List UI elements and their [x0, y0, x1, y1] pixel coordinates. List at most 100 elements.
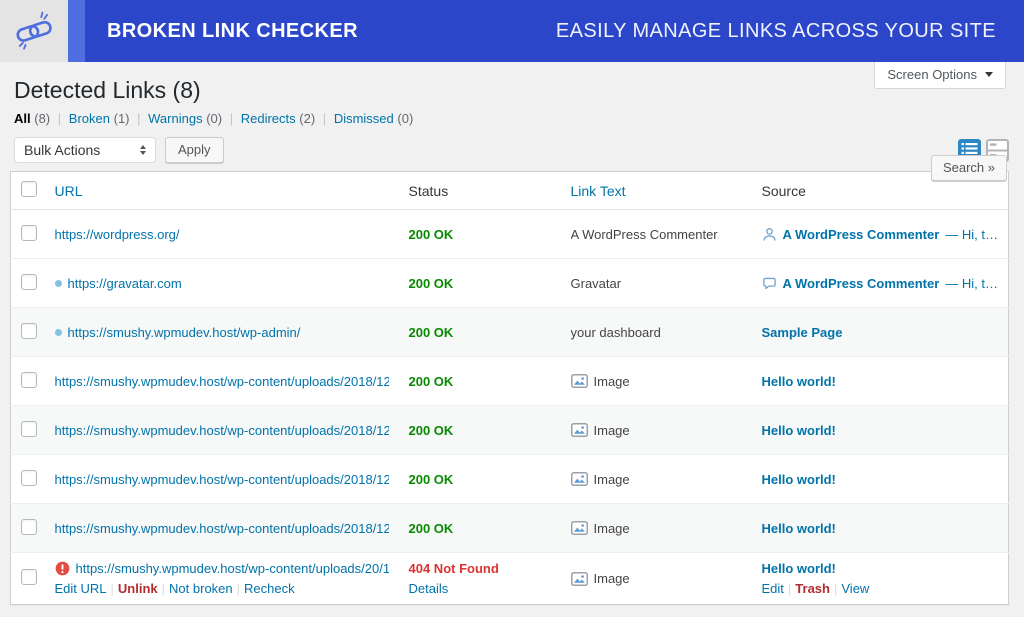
row-checkbox[interactable] [21, 372, 37, 388]
column-header-link-text[interactable]: Link Text [571, 183, 626, 199]
column-header-source: Source [762, 183, 806, 199]
url-cell: https://smushy.wpmudev.host/wp-content/u… [55, 374, 389, 389]
table-row: https://smushy.wpmudev.host/wp-content/u… [11, 357, 1009, 406]
filter-separator [319, 111, 330, 126]
table-row: https://smushy.wpmudev.host/wp-admin/200… [11, 308, 1009, 357]
table-row: https://smushy.wpmudev.host/wp-content/u… [11, 455, 1009, 504]
row-checkbox[interactable] [21, 470, 37, 486]
url-link[interactable]: https://smushy.wpmudev.host/wp-content/u… [55, 374, 389, 389]
bulk-actions-selected-value: Bulk Actions [24, 142, 100, 158]
plugin-tagline: EASILY MANAGE LINKS ACROSS YOUR SITE [556, 20, 996, 43]
source-cell: Hello world! [762, 423, 999, 438]
plugin-title: BROKEN LINK CHECKER [107, 20, 358, 43]
filter-redirects[interactable]: Redirects [241, 111, 296, 126]
details-link[interactable]: Details [409, 581, 449, 596]
source-cell: A WordPress Commenter — Hi, this is a co… [762, 227, 999, 242]
action-unlink[interactable]: Unlink [118, 581, 158, 596]
url-cell: https://gravatar.com [55, 276, 389, 291]
comment-icon [762, 276, 777, 291]
apply-button[interactable]: Apply [165, 137, 224, 163]
source-cell: Hello world! [762, 472, 999, 487]
action-separator [233, 581, 244, 596]
link-text-cell: Image [571, 472, 742, 487]
filter-dismissed[interactable]: Dismissed [334, 111, 394, 126]
column-header-url[interactable]: URL [55, 183, 83, 199]
filter-all[interactable]: All [14, 111, 31, 126]
source-link[interactable]: Hello world! [762, 561, 836, 576]
url-link[interactable]: https://smushy.wpmudev.host/wp-admin/ [68, 325, 301, 340]
select-arrows-icon [140, 145, 146, 155]
filter-separator [54, 111, 65, 126]
source-link[interactable]: A WordPress Commenter [783, 227, 940, 242]
url-cell: https://wordpress.org/ [55, 227, 389, 242]
link-text-label: Image [594, 521, 630, 536]
status-badge: 200 OK [409, 374, 454, 389]
source-excerpt[interactable]: — Hi, this is a co… [945, 227, 998, 242]
filter-all-count: (8) [34, 111, 50, 126]
row-checkbox[interactable] [21, 519, 37, 535]
link-text-cell: your dashboard [571, 325, 742, 340]
filter-warnings[interactable]: Warnings [148, 111, 202, 126]
source-link[interactable]: A WordPress Commenter [783, 276, 940, 291]
source-link[interactable]: Hello world! [762, 374, 836, 389]
link-text-cell: A WordPress Commenter [571, 227, 742, 242]
table-row: https://smushy.wpmudev.host/wp-content/u… [11, 504, 1009, 553]
link-text-label: Image [594, 423, 630, 438]
user-icon [762, 227, 777, 242]
action-separator [107, 581, 118, 596]
url-link[interactable]: https://smushy.wpmudev.host/wp-content/u… [55, 423, 389, 438]
status-badge: 200 OK [409, 227, 454, 242]
search-button[interactable]: Search » [931, 155, 1007, 181]
filter-redirects-count: (2) [299, 111, 315, 126]
plugin-header: BROKEN LINK CHECKER EASILY MANAGE LINKS … [0, 0, 1024, 62]
status-filter-links: All (8) Broken (1) Warnings (0) Redirect… [14, 111, 1009, 126]
source-link[interactable]: Sample Page [762, 325, 843, 340]
header-accent-strip [68, 0, 85, 62]
url-cell: https://smushy.wpmudev.host/wp-content/u… [55, 561, 389, 576]
source-cell: Sample Page [762, 325, 999, 340]
table-row: https://smushy.wpmudev.host/wp-content/u… [11, 553, 1009, 605]
image-icon [571, 521, 588, 535]
filter-warnings-count: (0) [206, 111, 222, 126]
table-header-row: URL Status Link Text Source [11, 172, 1009, 210]
image-icon [571, 374, 588, 388]
action-trash[interactable]: Trash [795, 581, 830, 596]
row-checkbox[interactable] [21, 323, 37, 339]
select-all-checkbox[interactable] [21, 181, 37, 197]
table-body: https://wordpress.org/200 OK A WordPress … [11, 210, 1009, 605]
row-checkbox[interactable] [21, 274, 37, 290]
link-text-cell: Image [571, 521, 742, 536]
redirect-dot [55, 280, 62, 287]
source-link[interactable]: Hello world! [762, 423, 836, 438]
url-link[interactable]: https://smushy.wpmudev.host/wp-content/u… [55, 472, 389, 487]
bulk-actions-select[interactable]: Bulk Actions [14, 137, 156, 163]
action-view[interactable]: View [841, 581, 869, 596]
source-link[interactable]: Hello world! [762, 472, 836, 487]
filter-dismissed-count: (0) [397, 111, 413, 126]
action-recheck[interactable]: Recheck [244, 581, 295, 596]
row-checkbox[interactable] [21, 225, 37, 241]
action-edit-url[interactable]: Edit URL [55, 581, 107, 596]
url-link[interactable]: https://smushy.wpmudev.host/wp-content/u… [76, 561, 389, 576]
action-separator [158, 581, 169, 596]
filter-broken[interactable]: Broken [69, 111, 110, 126]
image-icon [571, 572, 588, 586]
redirect-dot [55, 329, 62, 336]
row-checkbox[interactable] [21, 421, 37, 437]
filter-separator [133, 111, 144, 126]
page-title: Detected Links (8) [14, 76, 1009, 104]
broken-chain-link-icon [11, 8, 57, 54]
url-link[interactable]: https://wordpress.org/ [55, 227, 180, 242]
source-cell: Hello world! [762, 561, 999, 576]
source-link[interactable]: Hello world! [762, 521, 836, 536]
link-text-label: A WordPress Commenter [571, 227, 718, 242]
row-checkbox[interactable] [21, 569, 37, 585]
url-link[interactable]: https://gravatar.com [68, 276, 182, 291]
link-text-label: Image [594, 472, 630, 487]
table-row: https://smushy.wpmudev.host/wp-content/u… [11, 406, 1009, 455]
image-icon [571, 472, 588, 486]
url-link[interactable]: https://smushy.wpmudev.host/wp-content/u… [55, 521, 389, 536]
action-edit[interactable]: Edit [762, 581, 784, 596]
source-excerpt[interactable]: — Hi, this is a co… [945, 276, 998, 291]
action-not-broken[interactable]: Not broken [169, 581, 233, 596]
